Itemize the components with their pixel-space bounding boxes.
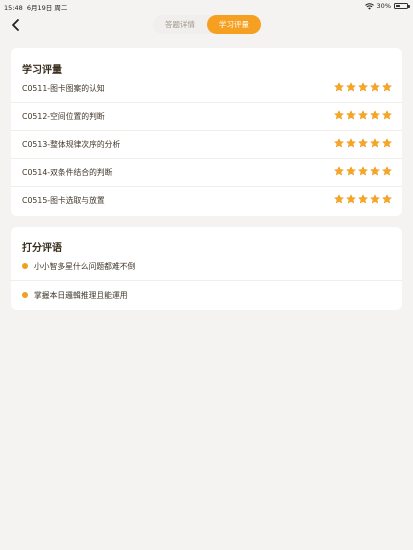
evaluation-label: C0515-图卡选取与放置 xyxy=(22,196,105,205)
status-time: 15:48 6月19日 周二 xyxy=(4,2,67,12)
bullet-dot xyxy=(22,292,28,298)
nav-bar: 答题详情 学习评量 xyxy=(0,12,413,38)
evaluation-row: C0511-图卡图案的认知 xyxy=(11,75,402,103)
star-icon xyxy=(382,82,392,92)
star-icon xyxy=(358,82,368,92)
status-clock: 15:48 xyxy=(4,4,23,12)
evaluation-title: 学习评量 xyxy=(22,65,62,76)
status-bar: 15:48 6月19日 周二 30% xyxy=(0,0,413,12)
star-icon xyxy=(334,110,344,120)
battery-fill xyxy=(396,5,400,7)
star-icon xyxy=(358,138,368,148)
status-indicators: 30% xyxy=(364,2,410,10)
star-rating xyxy=(334,82,392,92)
evaluation-row: C0515-图卡选取与放置 xyxy=(11,187,402,215)
evaluation-label: C0513-整体规律次序的分析 xyxy=(22,140,121,149)
comments-title: 打分评语 xyxy=(22,243,62,254)
evaluation-card: 学习评量 C0511-图卡图案的认知 C0512-空间位置的判断 C0513-整体规… xyxy=(11,48,402,216)
star-icon xyxy=(370,82,380,92)
star-icon xyxy=(358,110,368,120)
star-rating xyxy=(334,194,392,204)
evaluation-label: C0514-双条件结合的判断 xyxy=(22,168,113,177)
battery-percent: 30% xyxy=(376,2,391,10)
star-icon xyxy=(358,166,368,176)
tab-answer-details[interactable]: 答题详情 xyxy=(153,15,207,34)
star-icon xyxy=(346,82,356,92)
comment-text: 掌握本日邏輯推理且能運用 xyxy=(34,291,128,300)
star-icon xyxy=(334,82,344,92)
star-icon xyxy=(370,138,380,148)
star-icon xyxy=(382,110,392,120)
tab-learning-evaluation[interactable]: 学习评量 xyxy=(207,15,261,34)
wifi-icon xyxy=(364,2,374,10)
star-icon xyxy=(382,138,392,148)
evaluation-row: C0514-双条件结合的判断 xyxy=(11,159,402,187)
status-date: 6月19日 周二 xyxy=(26,4,68,12)
star-icon xyxy=(358,194,368,204)
star-rating xyxy=(334,110,392,120)
star-icon xyxy=(334,138,344,148)
comment-text: 小小智多星什么问题都难不倒 xyxy=(34,262,136,271)
evaluation-row: C0513-整体规律次序的分析 xyxy=(11,131,402,159)
evaluation-label: C0511-图卡图案的认知 xyxy=(22,84,105,93)
comments-card: 打分评语 小小智多星什么问题都难不倒 掌握本日邏輯推理且能運用 xyxy=(11,227,402,310)
star-icon xyxy=(334,166,344,176)
star-icon xyxy=(346,110,356,120)
star-icon xyxy=(334,194,344,204)
tab-switcher: 答题详情 学习评量 xyxy=(153,15,261,34)
star-icon xyxy=(382,166,392,176)
star-icon xyxy=(382,194,392,204)
star-icon xyxy=(346,138,356,148)
comment-item: 掌握本日邏輯推理且能運用 xyxy=(11,282,402,310)
star-icon xyxy=(346,194,356,204)
star-icon xyxy=(346,166,356,176)
evaluation-label: C0512-空间位置的判断 xyxy=(22,112,105,121)
comment-item: 小小智多星什么问题都难不倒 xyxy=(11,253,402,281)
star-icon xyxy=(370,194,380,204)
star-rating xyxy=(334,138,392,148)
back-arrow-icon[interactable] xyxy=(9,17,23,31)
bullet-dot xyxy=(22,263,28,269)
evaluation-row: C0512-空间位置的判断 xyxy=(11,103,402,131)
star-rating xyxy=(334,166,392,176)
battery-icon xyxy=(394,3,410,9)
star-icon xyxy=(370,166,380,176)
star-icon xyxy=(370,110,380,120)
